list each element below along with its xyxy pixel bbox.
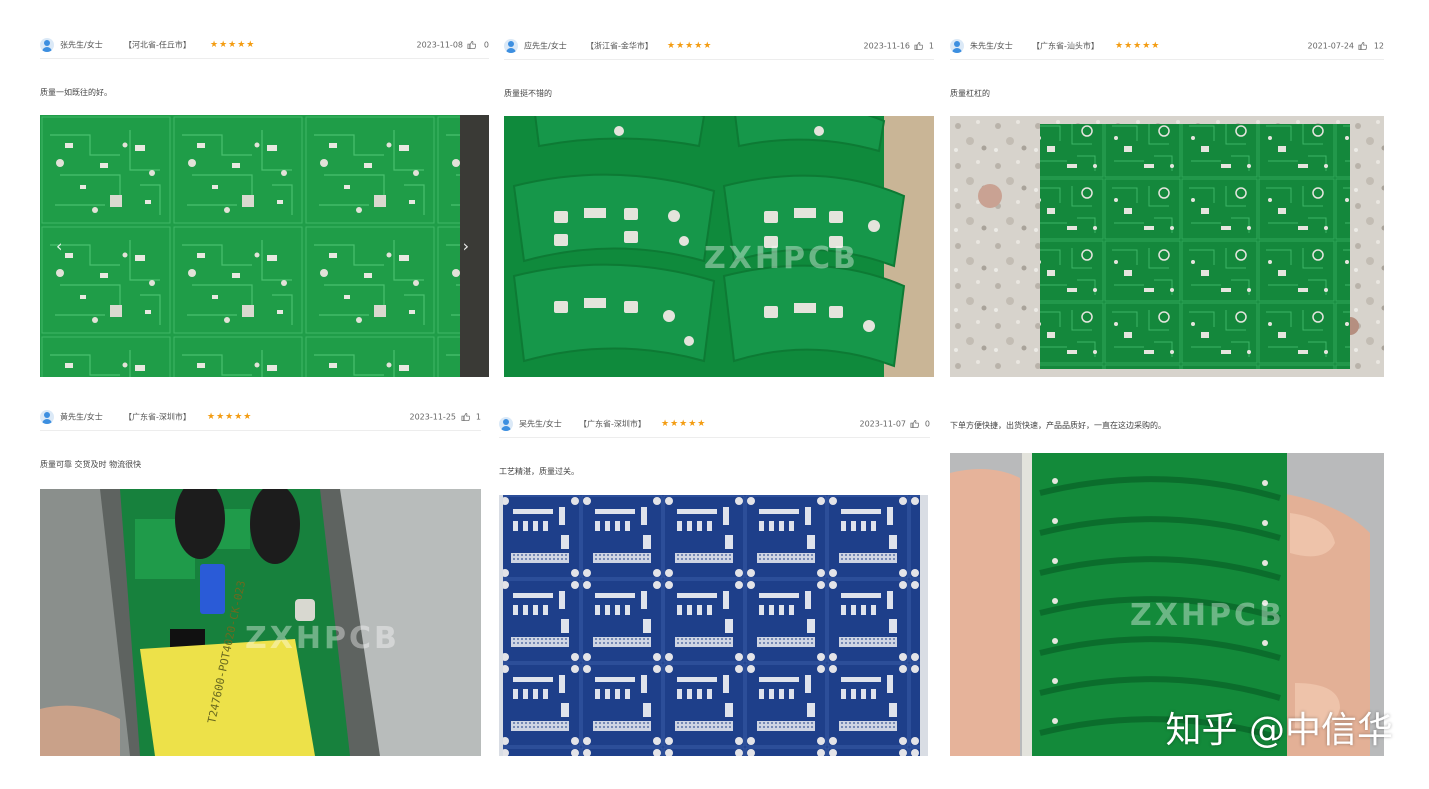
review-photo-pcb[interactable]: T247600-POT4020-CK-023 ZXHPCB — [40, 489, 481, 756]
brand-watermark: ZXHPCB — [704, 241, 859, 276]
next-image-button[interactable]: › — [463, 237, 469, 256]
star-rating: ★★★★★ — [207, 412, 253, 422]
review-header: 应先生/女士 【浙江省-金华市】 ★★★★★ 2023-11-16 1 — [504, 33, 934, 60]
review-card-1: 张先生/女士 【河北省-任丘市】 ★★★★★ 2023-11-08 0 质量一如… — [40, 32, 489, 377]
review-date: 2023-11-07 — [859, 419, 907, 429]
review-comment: 质量可靠 交货及时 物流很快 — [40, 460, 142, 469]
avatar-icon — [40, 38, 54, 52]
review-date: 2023-11-16 — [863, 41, 911, 51]
prev-image-button[interactable]: ‹ — [56, 237, 62, 256]
reviewer-location: 【广东省-汕头市】 — [1032, 41, 1099, 51]
site-watermark: 知乎 @中信华 — [1165, 710, 1393, 751]
review-date: 2021-07-24 — [1307, 41, 1355, 51]
like-count: 1 — [928, 41, 934, 51]
review-header: 朱先生/女士 【广东省-汕头市】 ★★★★★ 2021-07-24 12 — [950, 33, 1384, 60]
thumbs-up-icon[interactable] — [1358, 41, 1367, 51]
star-rating: ★★★★★ — [1115, 41, 1161, 51]
reviewer-name: 黄先生/女士 — [60, 412, 103, 422]
review-comment: 质量杠杠的 — [950, 89, 990, 98]
reviewer-name: 张先生/女士 — [60, 40, 103, 50]
like-count: 12 — [1373, 41, 1384, 51]
review-photo-pcb[interactable] — [950, 116, 1384, 377]
review-photo-pcb[interactable]: ‹ › — [40, 115, 489, 377]
avatar-icon — [504, 39, 518, 53]
review-photo-pcb[interactable]: ZXHPCB — [504, 116, 934, 377]
brand-watermark: ZXHPCB — [1130, 598, 1285, 633]
thumbs-up-icon[interactable] — [914, 41, 923, 51]
review-comment: 工艺精湛，质量过关。 — [499, 467, 579, 476]
review-card-5: 吴先生/女士 【广东省-深圳市】 ★★★★★ 2023-11-07 0 工艺精湛… — [499, 411, 930, 756]
review-card-3: 朱先生/女士 【广东省-汕头市】 ★★★★★ 2021-07-24 12 质量杠… — [950, 33, 1384, 377]
avatar-icon — [950, 39, 964, 53]
star-rating: ★★★★★ — [210, 40, 256, 50]
avatar-icon — [499, 417, 513, 431]
review-date: 2023-11-08 — [416, 40, 464, 50]
star-rating: ★★★★★ — [661, 419, 707, 429]
reviewer-location: 【广东省-深圳市】 — [124, 412, 191, 422]
review-header: 张先生/女士 【河北省-任丘市】 ★★★★★ 2023-11-08 0 — [40, 32, 489, 59]
review-date: 2023-11-25 — [409, 412, 457, 422]
reviewer-location: 【河北省-任丘市】 — [124, 40, 191, 50]
reviewer-name: 应先生/女士 — [524, 41, 567, 51]
review-comment: 质量挺不错的 — [504, 89, 552, 98]
review-photo-pcb[interactable] — [499, 495, 928, 756]
review-card-2: 应先生/女士 【浙江省-金华市】 ★★★★★ 2023-11-16 1 质量挺不… — [504, 33, 934, 377]
reviewer-location: 【浙江省-金华市】 — [586, 41, 653, 51]
review-header: 黄先生/女士 【广东省-深圳市】 ★★★★★ 2023-11-25 1 — [40, 404, 481, 431]
like-count: 0 — [483, 40, 489, 50]
review-card-4: 黄先生/女士 【广东省-深圳市】 ★★★★★ 2023-11-25 1 质量可靠… — [40, 404, 481, 756]
review-header: 吴先生/女士 【广东省-深圳市】 ★★★★★ 2023-11-07 0 — [499, 411, 930, 438]
like-count: 1 — [475, 412, 481, 422]
review-comment: 下单方便快捷，出货快速，产品品质好，一直在这边采购的。 — [950, 421, 1166, 430]
reviewer-location: 【广东省-深圳市】 — [579, 419, 646, 429]
reviewer-name: 吴先生/女士 — [519, 419, 562, 429]
review-comment: 质量一如既往的好。 — [40, 88, 112, 97]
thumbs-up-icon[interactable] — [467, 40, 476, 50]
thumbs-up-icon[interactable] — [910, 419, 919, 429]
thumbs-up-icon[interactable] — [461, 412, 470, 422]
reviewer-name: 朱先生/女士 — [970, 41, 1013, 51]
like-count: 0 — [924, 419, 930, 429]
star-rating: ★★★★★ — [667, 41, 713, 51]
avatar-icon — [40, 410, 54, 424]
brand-watermark: ZXHPCB — [245, 621, 400, 656]
